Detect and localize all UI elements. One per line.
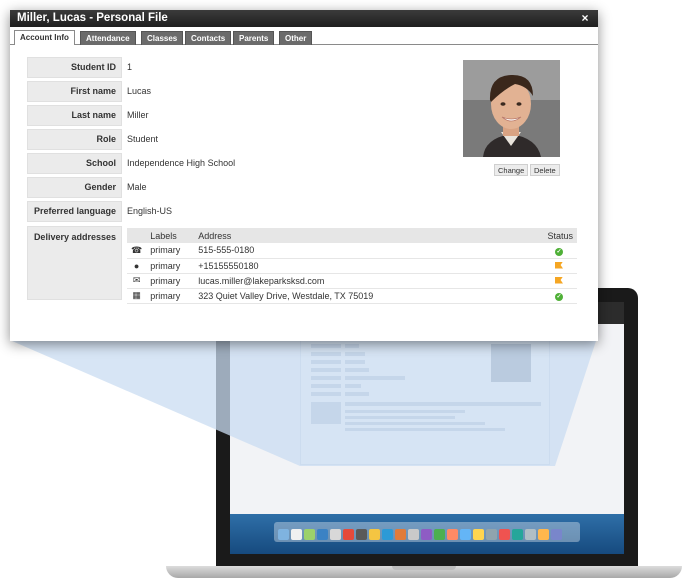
dialog-titlebar: Miller, Lucas - Personal File ×	[10, 10, 598, 27]
dock-app-icon	[512, 529, 523, 540]
dock-app-icon	[447, 529, 458, 540]
dock-app-icon	[460, 529, 471, 540]
building-icon: ▦	[127, 288, 147, 304]
dock-app-icon	[434, 529, 445, 540]
laptop-screen-dialog-preview	[300, 337, 550, 465]
address-label-cell: primary	[146, 243, 195, 259]
status-flag-icon	[555, 261, 563, 269]
status-ok-icon: ✓	[555, 293, 563, 301]
dock-app-icon	[551, 529, 562, 540]
address-label-cell: primary	[146, 273, 195, 289]
table-row[interactable]: ☎ primary 515-555-0180 ✓	[127, 243, 577, 259]
preferred-language-value: English-US	[127, 206, 173, 216]
dock-app-icon	[473, 529, 484, 540]
preferred-language-label: Preferred language	[27, 201, 122, 222]
dock-app-icon	[525, 529, 536, 540]
dock-app-icon	[369, 529, 380, 540]
dock-app-icon	[408, 529, 419, 540]
marketing-illustration: Miller, Lucas - Personal File × Account …	[0, 0, 682, 581]
tab-account-info[interactable]: Account Info	[14, 30, 75, 45]
envelope-icon: ✉	[127, 273, 147, 289]
student-id-value: 1	[127, 62, 133, 72]
gender-label: Gender	[27, 177, 122, 198]
table-row[interactable]: ✉ primary lucas.miller@lakeparksksd.com	[127, 273, 577, 289]
dock-app-icon	[330, 529, 341, 540]
dock-app-icon	[356, 529, 367, 540]
icon-column-header	[127, 228, 147, 243]
dock-app-icon	[278, 529, 289, 540]
dock-app-icon	[317, 529, 328, 540]
address-cell: +15155550180	[194, 258, 531, 274]
school-label: School	[27, 153, 122, 174]
chat-bubble-icon: ●	[127, 258, 147, 274]
role-label: Role	[27, 129, 122, 150]
last-name-value: Miller	[127, 110, 149, 120]
first-name-value: Lucas	[127, 86, 152, 96]
close-button[interactable]: ×	[578, 10, 592, 27]
status-flag-icon	[555, 276, 563, 284]
delete-photo-button[interactable]: Delete	[530, 164, 560, 176]
dock-app-icon	[291, 529, 302, 540]
address-cell: 323 Quiet Valley Drive, Westdale, TX 750…	[194, 288, 531, 304]
address-cell: lucas.miller@lakeparksksd.com	[194, 273, 531, 289]
tab-contacts[interactable]: Contacts	[185, 31, 232, 45]
school-value: Independence High School	[127, 158, 236, 168]
change-photo-button[interactable]: Change	[494, 164, 529, 176]
status-cell	[531, 273, 577, 289]
first-name-label: First name	[27, 81, 122, 102]
address-label-cell: primary	[146, 258, 195, 274]
laptop-base	[166, 566, 682, 578]
address-cell: 515-555-0180	[194, 243, 531, 259]
personal-file-dialog: Miller, Lucas - Personal File × Account …	[10, 10, 598, 341]
address-column-header: Address	[194, 228, 531, 243]
laptop-dock	[274, 522, 580, 542]
dialog-title: Miller, Lucas - Personal File	[17, 12, 168, 24]
table-row[interactable]: ● primary +15155550180	[127, 258, 577, 274]
laptop-notch	[392, 566, 456, 570]
tab-parents[interactable]: Parents	[233, 31, 275, 45]
dock-app-icon	[538, 529, 549, 540]
status-cell: ✓	[531, 243, 577, 259]
tab-bar: Account Info Attendance Classes Contacts…	[10, 27, 598, 45]
address-label-cell: primary	[146, 288, 195, 304]
dock-app-icon	[499, 529, 510, 540]
table-row[interactable]: ▦ primary 323 Quiet Valley Drive, Westda…	[127, 288, 577, 304]
phone-icon: ☎	[127, 243, 147, 259]
status-ok-icon: ✓	[555, 247, 563, 256]
dock-app-icon	[343, 529, 354, 540]
student-photo	[463, 60, 560, 157]
role-value: Student	[127, 134, 159, 144]
dock-app-icon	[304, 529, 315, 540]
gender-value: Male	[127, 182, 147, 192]
labels-column-header: Labels	[146, 228, 195, 243]
status-cell	[531, 258, 577, 274]
tab-attendance[interactable]: Attendance	[80, 31, 136, 45]
dock-app-icon	[421, 529, 432, 540]
preview-lines	[311, 344, 541, 431]
dock-app-icon	[395, 529, 406, 540]
status-cell: ✓	[531, 288, 577, 304]
table-header-row: Labels Address Status	[127, 228, 577, 243]
dock-app-icon	[382, 529, 393, 540]
tab-classes[interactable]: Classes	[141, 31, 184, 45]
delivery-addresses-table: Labels Address Status ☎ primary 515-555-…	[127, 228, 577, 304]
delivery-addresses-label: Delivery addresses	[27, 226, 122, 300]
dock-app-icon	[486, 529, 497, 540]
student-portrait-image	[463, 60, 560, 157]
student-id-label: Student ID	[27, 57, 122, 78]
status-column-header: Status	[531, 228, 577, 243]
last-name-label: Last name	[27, 105, 122, 126]
tab-other[interactable]: Other	[279, 31, 313, 45]
